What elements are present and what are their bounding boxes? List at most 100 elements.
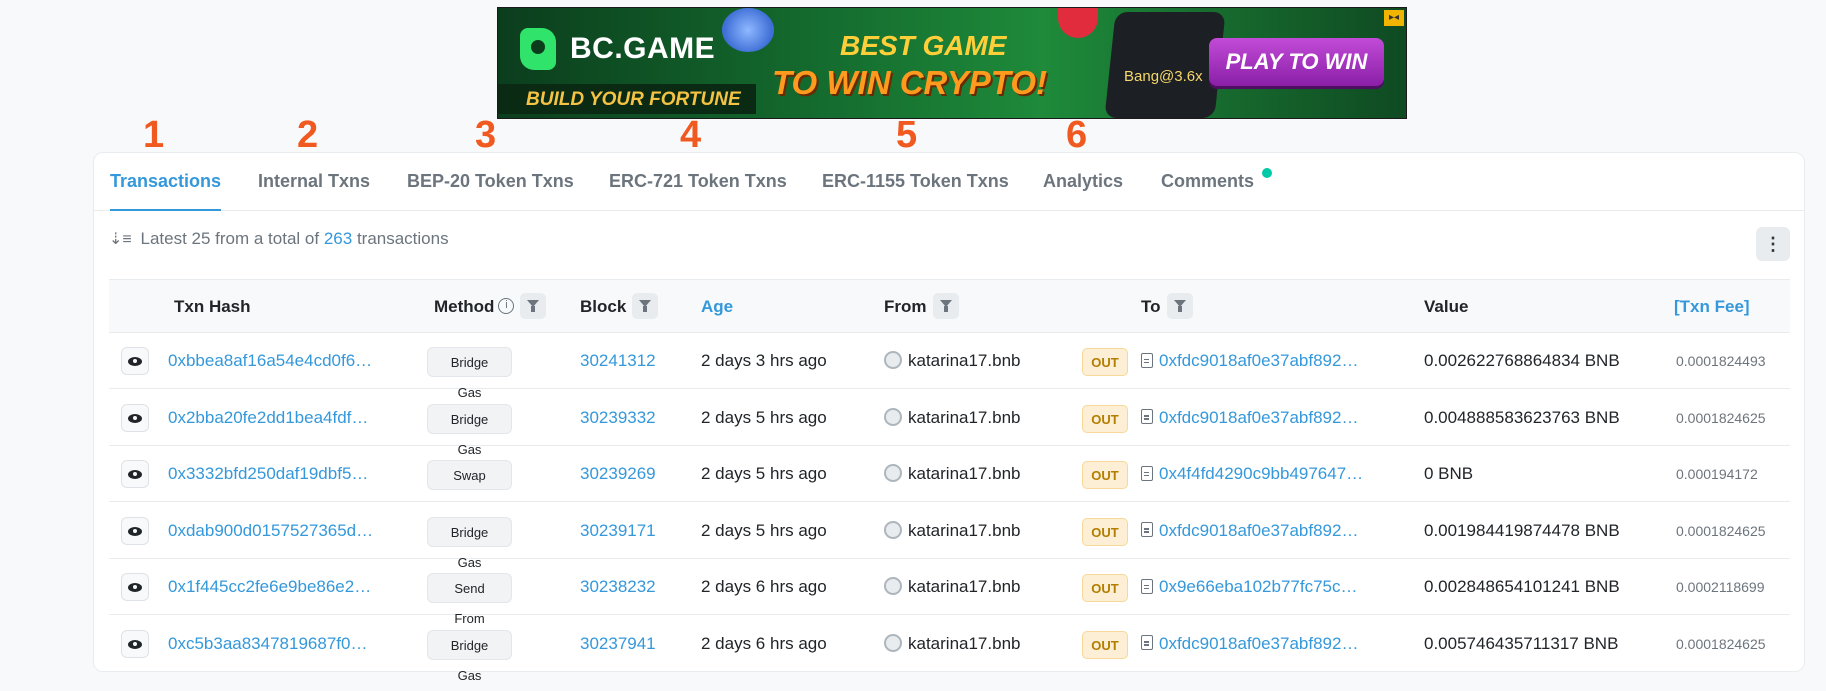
eye-icon[interactable] [121,573,149,601]
tab-erc721-token-txns[interactable]: ERC-721 Token Txns [609,153,787,211]
txn-hash-link[interactable]: 0xbbea8af16a54e4cd0f6… [168,333,372,389]
tab-erc1155-token-txns[interactable]: ERC-1155 Token Txns [822,153,1009,211]
value-text: 0.002622768864834 BNB [1424,351,1620,370]
block-link[interactable]: 30237941 [580,616,656,672]
col-from-label: From [884,297,927,316]
more-options-button[interactable]: ⋮ [1756,227,1790,261]
txn-hash-link[interactable]: 0xc5b3aa8347819687f0… [168,616,367,672]
col-to-label: To [1141,297,1161,316]
from-address[interactable]: katarina17.bnb [884,333,1020,389]
block-filter-icon[interactable] [632,293,659,320]
from-address[interactable]: katarina17.bnb [884,503,1020,559]
summary-count-link[interactable]: 263 [324,229,352,248]
col-txn-fee[interactable]: [Txn Fee] [1674,280,1750,334]
address-avatar-icon [884,633,902,652]
block-link[interactable]: 30238232 [580,559,656,615]
value-text: 0.004888583623763 BNB [1424,407,1620,427]
to-address-link[interactable]: 0xfdc9018af0e37abf892… [1141,616,1358,672]
txn-fee-text: 0.0002118699 [1676,579,1765,595]
tab-number-2: 2 [297,114,319,156]
eye-icon[interactable] [121,347,149,375]
txn-fee-text: 0.0001824625 [1676,522,1766,539]
method-badge: Bridge Gas [427,403,512,457]
transactions-summary: ⇣≡ Latest 25 from a total of 263 transac… [109,229,449,249]
from-address[interactable]: katarina17.bnb [884,390,1020,446]
age-text: 2 days 3 hrs ago [701,351,827,370]
address-avatar-icon [884,520,902,539]
tab-number-5: 5 [896,114,918,156]
table-row: 0xdab900d0157527365d… Bridge Gas 3023917… [109,503,1790,570]
from-address-label: katarina17.bnb [908,633,1021,653]
to-address-link[interactable]: 0xfdc9018af0e37abf892… [1141,333,1358,389]
eye-icon[interactable] [121,516,149,545]
info-icon[interactable]: i [498,298,515,315]
txn-hash-link[interactable]: 0x1f445cc2fe6e9be86e2… [168,559,371,615]
to-address-link[interactable]: 0xfdc9018af0e37abf892… [1141,503,1358,559]
new-comments-dot-icon [1262,168,1273,178]
contract-icon [1141,635,1153,651]
block-link[interactable]: 30239171 [580,503,656,559]
method-filter-icon[interactable] [520,293,547,320]
value-text: 0.001984419874478 BNB [1424,520,1620,540]
direction-badge: OUT [1082,404,1128,433]
ad-choices-icon[interactable]: ▸◂ [1384,10,1404,26]
txn-fee-text: 0.0001824625 [1676,635,1766,652]
ad-banner[interactable]: BC.GAME BUILD YOUR FORTUNE BEST GAME TO … [497,7,1407,119]
from-address[interactable]: katarina17.bnb [884,616,1020,672]
summary-suffix: transactions [356,229,449,248]
tab-internal-txns[interactable]: Internal Txns [258,153,370,211]
method-badge: Swap [427,460,512,490]
address-avatar-icon [884,464,902,483]
method-badge: Bridge Gas [427,516,512,570]
col-age[interactable]: Age [701,280,733,334]
txn-fee-text: 0.0001824493 [1676,353,1766,369]
table-row: 0xc5b3aa8347819687f0… Bridge Gas 3023794… [109,616,1790,683]
eye-icon[interactable] [121,403,149,432]
value-text: 0.002848654101241 BNB [1424,577,1620,596]
txn-hash-link[interactable]: 0xdab900d0157527365d… [168,503,373,559]
red-coin-graphic [1058,8,1098,38]
eye-icon[interactable] [121,629,149,658]
banner-headline-2: TO WIN CRYPTO! [772,64,1048,101]
to-address-label: 0xfdc9018af0e37abf892… [1159,633,1359,653]
col-from: From [884,280,959,334]
col-txn-hash: Txn Hash [174,297,251,316]
tab-transactions[interactable]: Transactions [110,153,222,211]
to-address-link[interactable]: 0xfdc9018af0e37abf892… [1141,390,1358,446]
block-link[interactable]: 30239332 [580,390,656,446]
to-address-link[interactable]: 0x9e66eba102b77fc75c… [1141,559,1358,615]
block-link[interactable]: 30241312 [580,333,656,389]
col-block: Block [580,280,659,334]
age-text: 2 days 5 hrs ago [701,407,827,427]
method-badge: Bridge Gas [427,629,512,683]
banner-brand: BC.GAME [570,32,716,65]
col-method-label: Method [434,297,495,316]
tab-analytics[interactable]: Analytics [1043,153,1123,211]
from-address[interactable]: katarina17.bnb [884,559,1020,615]
play-to-win-button[interactable]: PLAY TO WIN [1209,38,1384,86]
eye-icon[interactable] [121,460,149,488]
from-address-label: katarina17.bnb [908,464,1021,483]
direction-badge: OUT [1082,348,1128,376]
to-filter-icon[interactable] [1166,293,1193,320]
col-block-label: Block [580,297,627,316]
phone-label: Bang@3.6x [1124,68,1203,85]
tab-number-6: 6 [1066,114,1088,156]
table-row: 0x1f445cc2fe6e9be86e2… Send From 3023823… [109,559,1790,626]
to-address-link[interactable]: 0x4f4fd4290c9bb497647… [1141,446,1363,502]
direction-badge: OUT [1082,461,1128,489]
from-filter-icon[interactable] [932,293,959,320]
direction-badge: OUT [1082,574,1128,602]
coin-graphic [722,8,774,52]
txn-hash-link[interactable]: 0x2bba20fe2dd1bea4fdf… [168,390,368,446]
from-address[interactable]: katarina17.bnb [884,446,1020,502]
from-address-label: katarina17.bnb [908,407,1021,427]
tab-number-4: 4 [680,114,702,156]
from-address-label: katarina17.bnb [908,577,1021,596]
tab-comments[interactable]: Comments [1161,153,1273,211]
txn-hash-link[interactable]: 0x3332bfd250daf19dbf5… [168,446,368,502]
block-link[interactable]: 30239269 [580,446,656,502]
address-avatar-icon [884,407,902,426]
col-method: Method i [434,280,547,334]
tab-bep20-token-txns[interactable]: BEP-20 Token Txns [407,153,574,211]
